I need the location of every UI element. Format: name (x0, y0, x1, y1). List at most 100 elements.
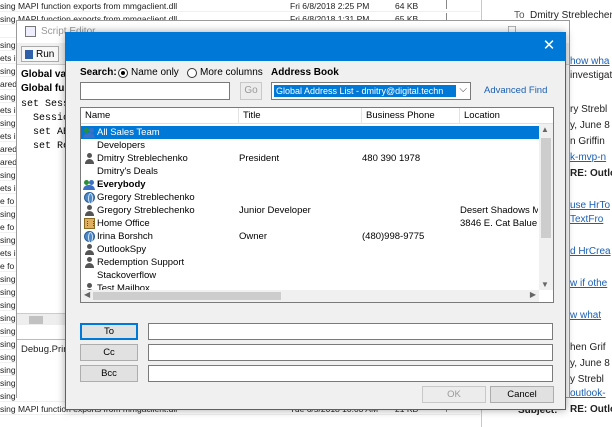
message-subject: ared (0, 144, 18, 154)
reading-pane-text[interactable]: k-mvp-n (570, 152, 606, 163)
script-editor-icon (25, 26, 36, 37)
scroll-up-icon[interactable]: ▲ (541, 125, 549, 134)
entry-name: Everybody (97, 179, 146, 190)
reading-pane-text: n Griffin (570, 136, 605, 147)
reading-pane-text[interactable]: how wha (570, 56, 609, 67)
globe-icon (84, 231, 95, 243)
address-entry-row[interactable]: Gregory Streblechenko Junior Developer Des… (81, 204, 539, 217)
message-subject: sing (0, 66, 16, 76)
building-icon (84, 218, 95, 229)
cc-field[interactable] (148, 344, 553, 361)
column-header-location[interactable]: Location (460, 108, 553, 124)
entry-name: Irina Borshch (97, 231, 153, 242)
search-input[interactable] (80, 82, 230, 100)
scroll-left-icon[interactable]: ◀ (84, 290, 90, 299)
scrollbar-thumb[interactable] (93, 292, 281, 300)
name-only-radio[interactable] (118, 68, 128, 78)
bcc-field[interactable] (148, 365, 553, 382)
debug-print-text: Debug.Print (21, 344, 72, 355)
address-entry-row[interactable]: Developers (81, 139, 539, 152)
entry-title: President (239, 153, 280, 164)
reading-pane-text: RE: Outlo (570, 168, 612, 179)
address-book-select[interactable]: Global Address List - dmitry@digital.tec… (271, 82, 471, 100)
message-subject: sing (0, 287, 16, 297)
person-icon (84, 257, 95, 268)
advanced-find-link[interactable]: Advanced Find (484, 85, 547, 96)
address-entry-row[interactable]: Redemption Support (81, 256, 539, 269)
entry-name: Stackoverflow (97, 270, 157, 281)
scrollbar-thumb[interactable] (541, 138, 551, 238)
scrollbar-thumb[interactable] (29, 316, 43, 324)
entry-name: Developers (97, 140, 146, 151)
close-icon[interactable]: ✕ (542, 38, 556, 53)
reading-pane-text: RE: Outlo (570, 404, 612, 415)
to-field[interactable] (148, 323, 553, 340)
message-subject: ets i (0, 248, 16, 258)
address-book-dialog: ✕ Search: Name only More columns Address… (65, 32, 566, 410)
entry-location: Desert Shadows M (460, 205, 538, 216)
more-columns-radio[interactable] (187, 68, 197, 78)
list-vertical-scrollbar[interactable]: ▲ ▼ (539, 124, 553, 290)
reading-pane-text[interactable]: w what (570, 310, 601, 321)
reading-pane-text[interactable]: outlook- (570, 388, 606, 399)
code-line: set AB (21, 127, 70, 138)
message-subject: sing (0, 300, 16, 310)
flag-icon[interactable] (446, 0, 454, 9)
code-line: Global fun (21, 83, 71, 94)
entry-name: Gregory Streblechenko (97, 192, 195, 203)
address-entry-row[interactable]: Gregory Streblechenko (81, 191, 539, 204)
reading-pane-text[interactable]: w if othe (570, 278, 607, 289)
address-entry-row[interactable]: Irina Borshch Owner (480)998-9775 (81, 230, 539, 243)
address-entry-row[interactable]: Dmitry Streblechenko President 480 390 197… (81, 152, 539, 165)
reading-pane-text[interactable]: use HrTo (570, 200, 610, 211)
dialog-titlebar: ✕ (66, 33, 565, 61)
run-icon (25, 50, 33, 59)
go-button[interactable]: Go (240, 82, 262, 100)
address-entry-row[interactable]: Home Office 3846 E. Cat Balue D (81, 217, 539, 230)
message-subject: sing (0, 118, 16, 128)
run-button[interactable]: Run (21, 46, 60, 62)
entry-name: Home Office (97, 218, 150, 229)
entry-name: All Sales Team (97, 127, 160, 138)
code-line: Sessio (21, 113, 70, 124)
address-entry-row[interactable]: OutlookSpy (81, 243, 539, 256)
message-subject: ets i (0, 53, 16, 63)
message-subject: sing (0, 92, 16, 102)
column-header-name[interactable]: Name (81, 108, 239, 124)
name-only-label[interactable]: Name only (131, 67, 179, 78)
person-icon (84, 244, 95, 255)
message-subject: sing MAPI function exports from mmgaclie… (0, 1, 178, 11)
reading-pane-text: investigat (570, 70, 612, 81)
search-label: Search: (80, 67, 117, 78)
to-button[interactable]: To (80, 323, 138, 340)
group-icon (83, 127, 95, 138)
globe-icon (84, 192, 95, 204)
address-entry-row[interactable]: Stackoverflow (81, 269, 539, 282)
address-entry-row[interactable]: Dmitry's Deals (81, 165, 539, 178)
list-horizontal-scrollbar[interactable]: ◀ ▶ (81, 290, 539, 302)
message-subject: ets i (0, 183, 16, 193)
cancel-button[interactable]: Cancel (490, 386, 554, 403)
bcc-button[interactable]: Bcc (80, 365, 138, 382)
reading-pane-text[interactable]: TextFro (570, 214, 603, 225)
more-columns-label[interactable]: More columns (200, 67, 263, 78)
message-subject: ared (0, 79, 18, 89)
address-entry-row[interactable]: Everybody (81, 178, 539, 191)
cc-button[interactable]: Cc (80, 344, 138, 361)
code-line: Global var (21, 69, 70, 80)
message-row[interactable]: sing MAPI function exports from mmgaclie… (0, 0, 480, 12)
ok-button[interactable]: OK (422, 386, 486, 403)
scroll-right-icon[interactable]: ▶ (530, 290, 536, 299)
entry-name: Dmitry's Deals (97, 166, 158, 177)
message-subject: sing (0, 365, 16, 375)
message-subject: ets i (0, 105, 16, 115)
reading-pane-text[interactable]: d HrCrea (570, 246, 611, 257)
address-list[interactable]: Name Title Business Phone Location All S… (80, 107, 554, 303)
scroll-down-icon[interactable]: ▼ (541, 280, 549, 289)
chevron-down-icon[interactable]: ⌵ (459, 84, 467, 95)
reading-pane-text: y, June 8 (570, 358, 610, 369)
address-entry-row[interactable]: All Sales Team (81, 126, 539, 139)
column-header-phone[interactable]: Business Phone (362, 108, 460, 124)
message-subject: sing (0, 274, 16, 284)
column-header-title[interactable]: Title (239, 108, 362, 124)
